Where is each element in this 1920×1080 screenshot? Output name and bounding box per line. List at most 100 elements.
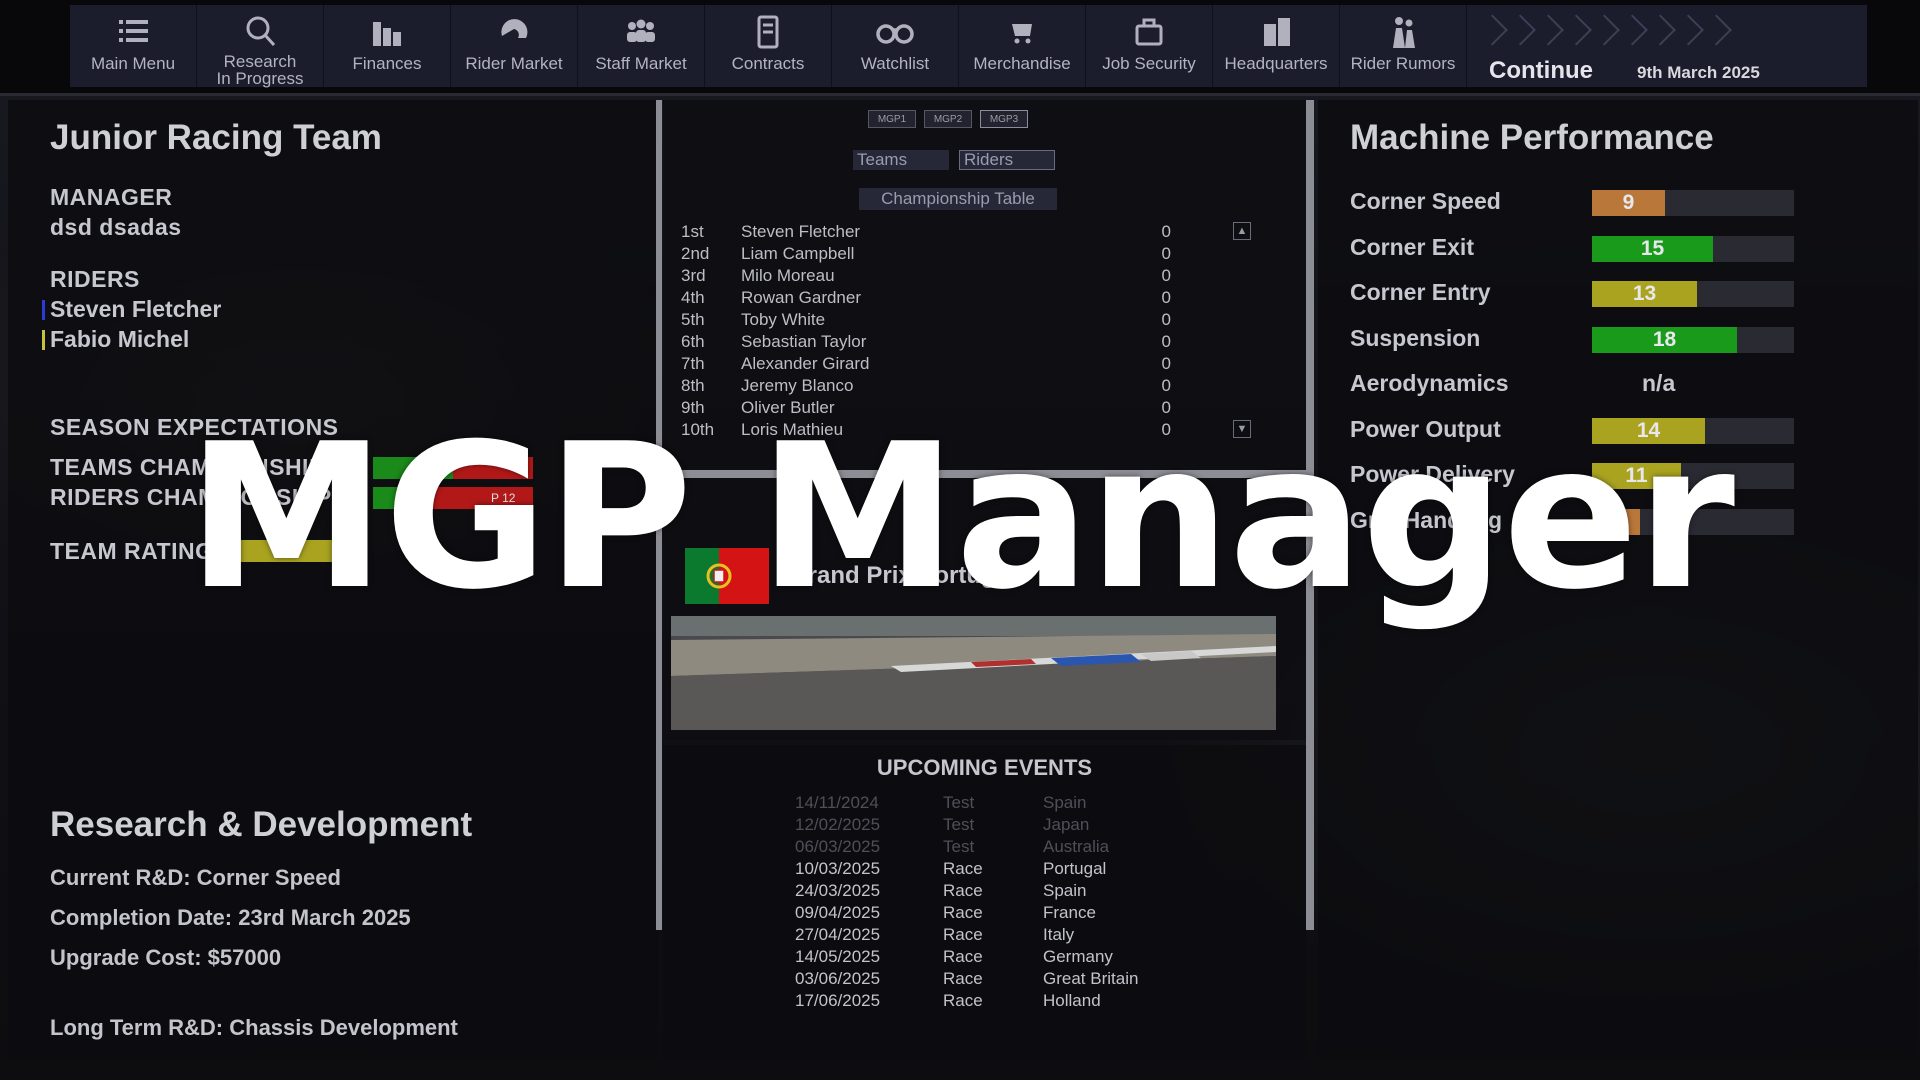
people-icon — [621, 13, 661, 51]
machine-performance-title: Machine Performance — [1350, 118, 1714, 157]
event-location: Spain — [1043, 793, 1087, 812]
upcoming-events-heading: UPCOMING EVENTS — [876, 755, 1093, 780]
tab-riders[interactable]: Riders — [959, 150, 1055, 170]
table-row[interactable]: 3rd Milo Moreau 0 — [681, 266, 1281, 288]
stat-bar-track: 18 — [1592, 326, 1794, 353]
standing-position: 8th — [681, 376, 705, 395]
stat-value: 15 — [1640, 236, 1665, 260]
rider-name: Fabio Michel — [50, 326, 190, 352]
list-item: 14/11/2024 Test Spain — [795, 793, 1193, 815]
rd-long-term: Long Term R&D: Chassis Development — [50, 1015, 458, 1040]
tab-mgp2[interactable]: MGP2 — [924, 110, 972, 128]
stat-bar-track: 13 — [1592, 281, 1794, 307]
list-item: 09/04/2025 Race France — [795, 903, 1193, 925]
rider-color-marker — [42, 330, 45, 350]
view-tabs: Teams Riders — [853, 150, 1055, 170]
standing-points: 0 — [1161, 266, 1171, 285]
stat-label: Aerodynamics — [1350, 370, 1509, 396]
event-type: Race — [943, 969, 983, 988]
nav-watchlist[interactable]: Watchlist — [832, 5, 959, 87]
standing-points: 0 — [1161, 222, 1171, 241]
event-type: Test — [943, 837, 975, 856]
table-row[interactable]: 7th Alexander Girard 0 — [681, 354, 1281, 376]
event-location: Spain — [1043, 881, 1087, 900]
event-type: Race — [943, 991, 983, 1010]
cart-icon — [1002, 13, 1042, 51]
continue-arrows-icon — [1476, 14, 1735, 49]
event-location: France — [1043, 903, 1096, 922]
standing-rider-name: Liam Campbell — [741, 244, 855, 263]
event-type: Test — [943, 815, 975, 834]
nav-label: Contracts — [731, 54, 805, 73]
standing-points: 0 — [1161, 332, 1171, 351]
event-location: Japan — [1043, 815, 1090, 834]
stat-bar-fill: 13 — [1592, 281, 1697, 307]
stat-value: 9 — [1622, 191, 1635, 214]
stat-bar-fill: 9 — [1592, 190, 1665, 216]
nav-label: Watchlist — [860, 54, 930, 73]
tab-teams[interactable]: Teams — [853, 150, 949, 170]
nav-finances[interactable]: Finances — [324, 5, 451, 87]
research-icon — [240, 13, 280, 49]
standing-points: 0 — [1161, 354, 1171, 373]
stat-bar-fill: 18 — [1592, 326, 1737, 353]
table-row[interactable]: 6th Sebastian Taylor 0 — [681, 332, 1281, 354]
rd-completion-date: Completion Date: 23rd March 2025 — [50, 905, 411, 930]
tab-mgp1[interactable]: MGP1 — [868, 110, 916, 128]
nav-headquarters[interactable]: Headquarters — [1213, 5, 1340, 87]
rd-title: Research & Development — [50, 805, 473, 844]
event-date: 03/06/2025 — [795, 969, 881, 988]
standing-rider-name: Alexander Girard — [741, 354, 870, 373]
event-date: 24/03/2025 — [795, 881, 881, 900]
binoculars-icon — [875, 13, 915, 51]
finances-icon — [367, 13, 407, 51]
nav-main-menu[interactable]: Main Menu — [70, 5, 197, 87]
table-row[interactable]: 2nd Liam Campbell 0 — [681, 244, 1281, 266]
list-item: 27/04/2025 Race Italy — [795, 925, 1193, 947]
top-bar: Main Menu Research In Progress Finances … — [0, 0, 1920, 96]
nav-contracts[interactable]: Contracts — [705, 5, 832, 87]
standing-points: 0 — [1161, 310, 1171, 329]
list-item: 10/03/2025 Race Portugal — [795, 859, 1193, 881]
event-location: Australia — [1043, 837, 1110, 856]
event-type: Race — [943, 947, 983, 966]
upcoming-events-panel: UPCOMING EVENTS 14/11/2024 Test Spain 12/02… — [663, 745, 1306, 1060]
list-item: 03/06/2025 Race Great Britain — [795, 969, 1193, 991]
table-row[interactable]: 1st Steven Fletcher 0 — [681, 222, 1281, 244]
table-row[interactable]: 4th Rowan Gardner 0 — [681, 288, 1281, 310]
nav-merchandise[interactable]: Merchandise — [959, 5, 1086, 87]
nav-staff-market[interactable]: Staff Market — [578, 5, 705, 87]
main-nav: Main Menu Research In Progress Finances … — [70, 5, 1867, 87]
tab-mgp3[interactable]: MGP3 — [980, 110, 1028, 128]
nav-label: Main Menu — [90, 54, 176, 73]
event-type: Race — [943, 903, 983, 922]
event-type: Race — [943, 881, 983, 900]
nav-label: Rider Rumors — [1350, 54, 1456, 73]
stat-label: Suspension — [1350, 324, 1481, 351]
stat-bar-track: 15 — [1592, 235, 1794, 262]
standing-position: 2nd — [681, 244, 710, 263]
continue-button[interactable]: Continue 9th March 2025 — [1467, 5, 1867, 87]
nav-rider-market[interactable]: Rider Market — [451, 5, 578, 87]
helmet-icon — [494, 13, 534, 51]
rider-item[interactable]: Steven Fletcher — [42, 296, 221, 323]
event-type: Test — [943, 793, 975, 812]
nav-rider-rumors[interactable]: Rider Rumors — [1340, 5, 1467, 87]
standing-position: 1st — [681, 222, 704, 241]
standing-rider-name: Rowan Gardner — [741, 288, 862, 307]
event-date: 10/03/2025 — [795, 859, 881, 878]
list-item: 17/06/2025 Race Holland — [795, 991, 1193, 1013]
event-location: Great Britain — [1043, 969, 1139, 988]
nav-label: Finances — [352, 54, 422, 73]
rider-item[interactable]: Fabio Michel — [42, 326, 190, 353]
nav-label: Merchandise — [973, 54, 1071, 73]
list-item: 24/03/2025 Race Spain — [795, 881, 1193, 903]
nav-research[interactable]: Research In Progress — [197, 5, 324, 87]
table-row[interactable]: 5th Toby White 0 — [681, 310, 1281, 332]
nav-label: Research In Progress — [216, 52, 304, 88]
table-row[interactable]: 8th Jeremy Blanco 0 — [681, 376, 1281, 398]
nav-job-security[interactable]: Job Security — [1086, 5, 1213, 87]
standing-rider-name: Milo Moreau — [741, 266, 835, 285]
scroll-up-button[interactable]: ▲ — [1233, 222, 1251, 240]
standing-position: 3rd — [681, 266, 706, 285]
